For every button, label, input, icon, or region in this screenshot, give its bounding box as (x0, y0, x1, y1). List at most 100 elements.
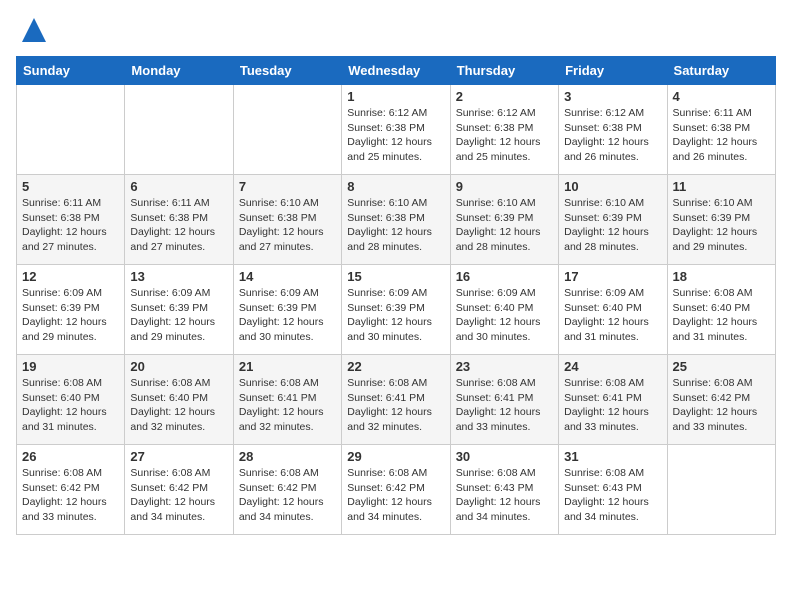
col-header-sunday: Sunday (17, 57, 125, 85)
day-number: 11 (673, 179, 770, 194)
calendar-cell: 13 Sunrise: 6:09 AM Sunset: 6:39 PM Dayli… (125, 265, 233, 355)
day-number: 23 (456, 359, 553, 374)
day-number: 15 (347, 269, 444, 284)
col-header-tuesday: Tuesday (233, 57, 341, 85)
calendar-cell: 16 Sunrise: 6:09 AM Sunset: 6:40 PM Dayli… (450, 265, 558, 355)
calendar-cell: 29 Sunrise: 6:08 AM Sunset: 6:42 PM Dayli… (342, 445, 450, 535)
day-number: 9 (456, 179, 553, 194)
calendar-week-row: 1Sunrise: 6:12 AM Sunset: 6:38 PM Daylig… (17, 85, 776, 175)
col-header-wednesday: Wednesday (342, 57, 450, 85)
day-info: Sunrise: 6:08 AM Sunset: 6:41 PM Dayligh… (564, 376, 661, 435)
day-number: 21 (239, 359, 336, 374)
day-info: Sunrise: 6:12 AM Sunset: 6:38 PM Dayligh… (564, 106, 661, 165)
calendar-cell: 2 Sunrise: 6:12 AM Sunset: 6:38 PM Daylig… (450, 85, 558, 175)
day-info: Sunrise: 6:11 AM Sunset: 6:38 PM Dayligh… (130, 196, 227, 255)
col-header-thursday: Thursday (450, 57, 558, 85)
day-info: Sunrise: 6:09 AM Sunset: 6:39 PM Dayligh… (347, 286, 444, 345)
day-info: Sunrise: 6:12 AM Sunset: 6:38 PM Dayligh… (347, 106, 444, 165)
calendar-cell: 12Sunrise: 6:09 AM Sunset: 6:39 PM Dayli… (17, 265, 125, 355)
day-number: 22 (347, 359, 444, 374)
calendar-cell: 1Sunrise: 6:12 AM Sunset: 6:38 PM Daylig… (342, 85, 450, 175)
calendar-cell: 24 Sunrise: 6:08 AM Sunset: 6:41 PM Dayli… (559, 355, 667, 445)
day-number: 12 (22, 269, 119, 284)
day-number: 6 (130, 179, 227, 194)
calendar-cell: 18 Sunrise: 6:08 AM Sunset: 6:40 PM Dayli… (667, 265, 775, 355)
day-number: 29 (347, 449, 444, 464)
day-info: Sunrise: 6:09 AM Sunset: 6:39 PM Dayligh… (239, 286, 336, 345)
day-number: 26 (22, 449, 119, 464)
day-info: Sunrise: 6:08 AM Sunset: 6:41 PM Dayligh… (456, 376, 553, 435)
calendar-cell: 4Sunrise: 6:11 AM Sunset: 6:38 PM Daylig… (667, 85, 775, 175)
calendar-cell: 3 Sunrise: 6:12 AM Sunset: 6:38 PM Daylig… (559, 85, 667, 175)
day-info: Sunrise: 6:08 AM Sunset: 6:41 PM Dayligh… (347, 376, 444, 435)
calendar-cell: 8 Sunrise: 6:10 AM Sunset: 6:38 PM Daylig… (342, 175, 450, 265)
day-number: 2 (456, 89, 553, 104)
calendar-header-row: SundayMondayTuesdayWednesdayThursdayFrid… (17, 57, 776, 85)
calendar-cell: 22 Sunrise: 6:08 AM Sunset: 6:41 PM Dayli… (342, 355, 450, 445)
day-info: Sunrise: 6:08 AM Sunset: 6:40 PM Dayligh… (22, 376, 119, 435)
calendar-cell: 30 Sunrise: 6:08 AM Sunset: 6:43 PM Dayli… (450, 445, 558, 535)
calendar-cell: 27Sunrise: 6:08 AM Sunset: 6:42 PM Dayli… (125, 445, 233, 535)
calendar-cell: 11 Sunrise: 6:10 AM Sunset: 6:39 PM Dayli… (667, 175, 775, 265)
calendar-cell: 19 Sunrise: 6:08 AM Sunset: 6:40 PM Dayli… (17, 355, 125, 445)
day-info: Sunrise: 6:10 AM Sunset: 6:39 PM Dayligh… (456, 196, 553, 255)
calendar-week-row: 26 Sunrise: 6:08 AM Sunset: 6:42 PM Dayli… (17, 445, 776, 535)
calendar-cell: 26 Sunrise: 6:08 AM Sunset: 6:42 PM Dayli… (17, 445, 125, 535)
day-number: 24 (564, 359, 661, 374)
day-info: Sunrise: 6:09 AM Sunset: 6:40 PM Dayligh… (564, 286, 661, 345)
calendar-cell (17, 85, 125, 175)
page-header (16, 16, 776, 44)
calendar-week-row: 19 Sunrise: 6:08 AM Sunset: 6:40 PM Dayli… (17, 355, 776, 445)
day-number: 7 (239, 179, 336, 194)
day-number: 27 (130, 449, 227, 464)
day-info: Sunrise: 6:10 AM Sunset: 6:39 PM Dayligh… (564, 196, 661, 255)
day-number: 28 (239, 449, 336, 464)
day-number: 16 (456, 269, 553, 284)
calendar-cell (667, 445, 775, 535)
calendar-week-row: 5Sunrise: 6:11 AM Sunset: 6:38 PM Daylig… (17, 175, 776, 265)
day-number: 4 (673, 89, 770, 104)
day-info: Sunrise: 6:11 AM Sunset: 6:38 PM Dayligh… (22, 196, 119, 255)
day-number: 31 (564, 449, 661, 464)
col-header-saturday: Saturday (667, 57, 775, 85)
day-info: Sunrise: 6:09 AM Sunset: 6:40 PM Dayligh… (456, 286, 553, 345)
day-number: 25 (673, 359, 770, 374)
day-number: 13 (130, 269, 227, 284)
calendar-cell: 17 Sunrise: 6:09 AM Sunset: 6:40 PM Dayli… (559, 265, 667, 355)
col-header-monday: Monday (125, 57, 233, 85)
calendar-cell: 14 Sunrise: 6:09 AM Sunset: 6:39 PM Dayli… (233, 265, 341, 355)
day-info: Sunrise: 6:08 AM Sunset: 6:42 PM Dayligh… (22, 466, 119, 525)
day-info: Sunrise: 6:12 AM Sunset: 6:38 PM Dayligh… (456, 106, 553, 165)
day-number: 18 (673, 269, 770, 284)
day-number: 14 (239, 269, 336, 284)
day-info: Sunrise: 6:08 AM Sunset: 6:42 PM Dayligh… (239, 466, 336, 525)
day-info: Sunrise: 6:09 AM Sunset: 6:39 PM Dayligh… (130, 286, 227, 345)
day-info: Sunrise: 6:10 AM Sunset: 6:38 PM Dayligh… (239, 196, 336, 255)
calendar-cell: 10 Sunrise: 6:10 AM Sunset: 6:39 PM Dayli… (559, 175, 667, 265)
day-info: Sunrise: 6:08 AM Sunset: 6:40 PM Dayligh… (673, 286, 770, 345)
calendar-cell: 7 Sunrise: 6:10 AM Sunset: 6:38 PM Daylig… (233, 175, 341, 265)
calendar-cell (233, 85, 341, 175)
day-number: 17 (564, 269, 661, 284)
calendar-cell: 21 Sunrise: 6:08 AM Sunset: 6:41 PM Dayli… (233, 355, 341, 445)
calendar-cell: 15 Sunrise: 6:09 AM Sunset: 6:39 PM Dayli… (342, 265, 450, 355)
day-number: 10 (564, 179, 661, 194)
day-number: 19 (22, 359, 119, 374)
day-number: 20 (130, 359, 227, 374)
day-info: Sunrise: 6:10 AM Sunset: 6:39 PM Dayligh… (673, 196, 770, 255)
day-number: 30 (456, 449, 553, 464)
day-info: Sunrise: 6:08 AM Sunset: 6:42 PM Dayligh… (347, 466, 444, 525)
calendar-cell (125, 85, 233, 175)
col-header-friday: Friday (559, 57, 667, 85)
day-info: Sunrise: 6:10 AM Sunset: 6:38 PM Dayligh… (347, 196, 444, 255)
day-info: Sunrise: 6:08 AM Sunset: 6:41 PM Dayligh… (239, 376, 336, 435)
calendar-week-row: 12 Sunrise: 6:09 AM Sunset: 6:39 PM Dayli… (17, 265, 776, 355)
calendar-table: SundayMondayTuesdayWednesdayThursdayFrid… (16, 56, 776, 535)
day-number: 8 (347, 179, 444, 194)
calendar-cell: 31 Sunrise: 6:08 AM Sunset: 6:43 PM Dayli… (559, 445, 667, 535)
day-info: Sunrise: 6:08 AM Sunset: 6:43 PM Dayligh… (564, 466, 661, 525)
calendar-cell: 5Sunrise: 6:11 AM Sunset: 6:38 PM Daylig… (17, 175, 125, 265)
day-info: Sunrise: 6:08 AM Sunset: 6:42 PM Dayligh… (673, 376, 770, 435)
day-number: 3 (564, 89, 661, 104)
day-info: Sunrise: 6:08 AM Sunset: 6:43 PM Dayligh… (456, 466, 553, 525)
